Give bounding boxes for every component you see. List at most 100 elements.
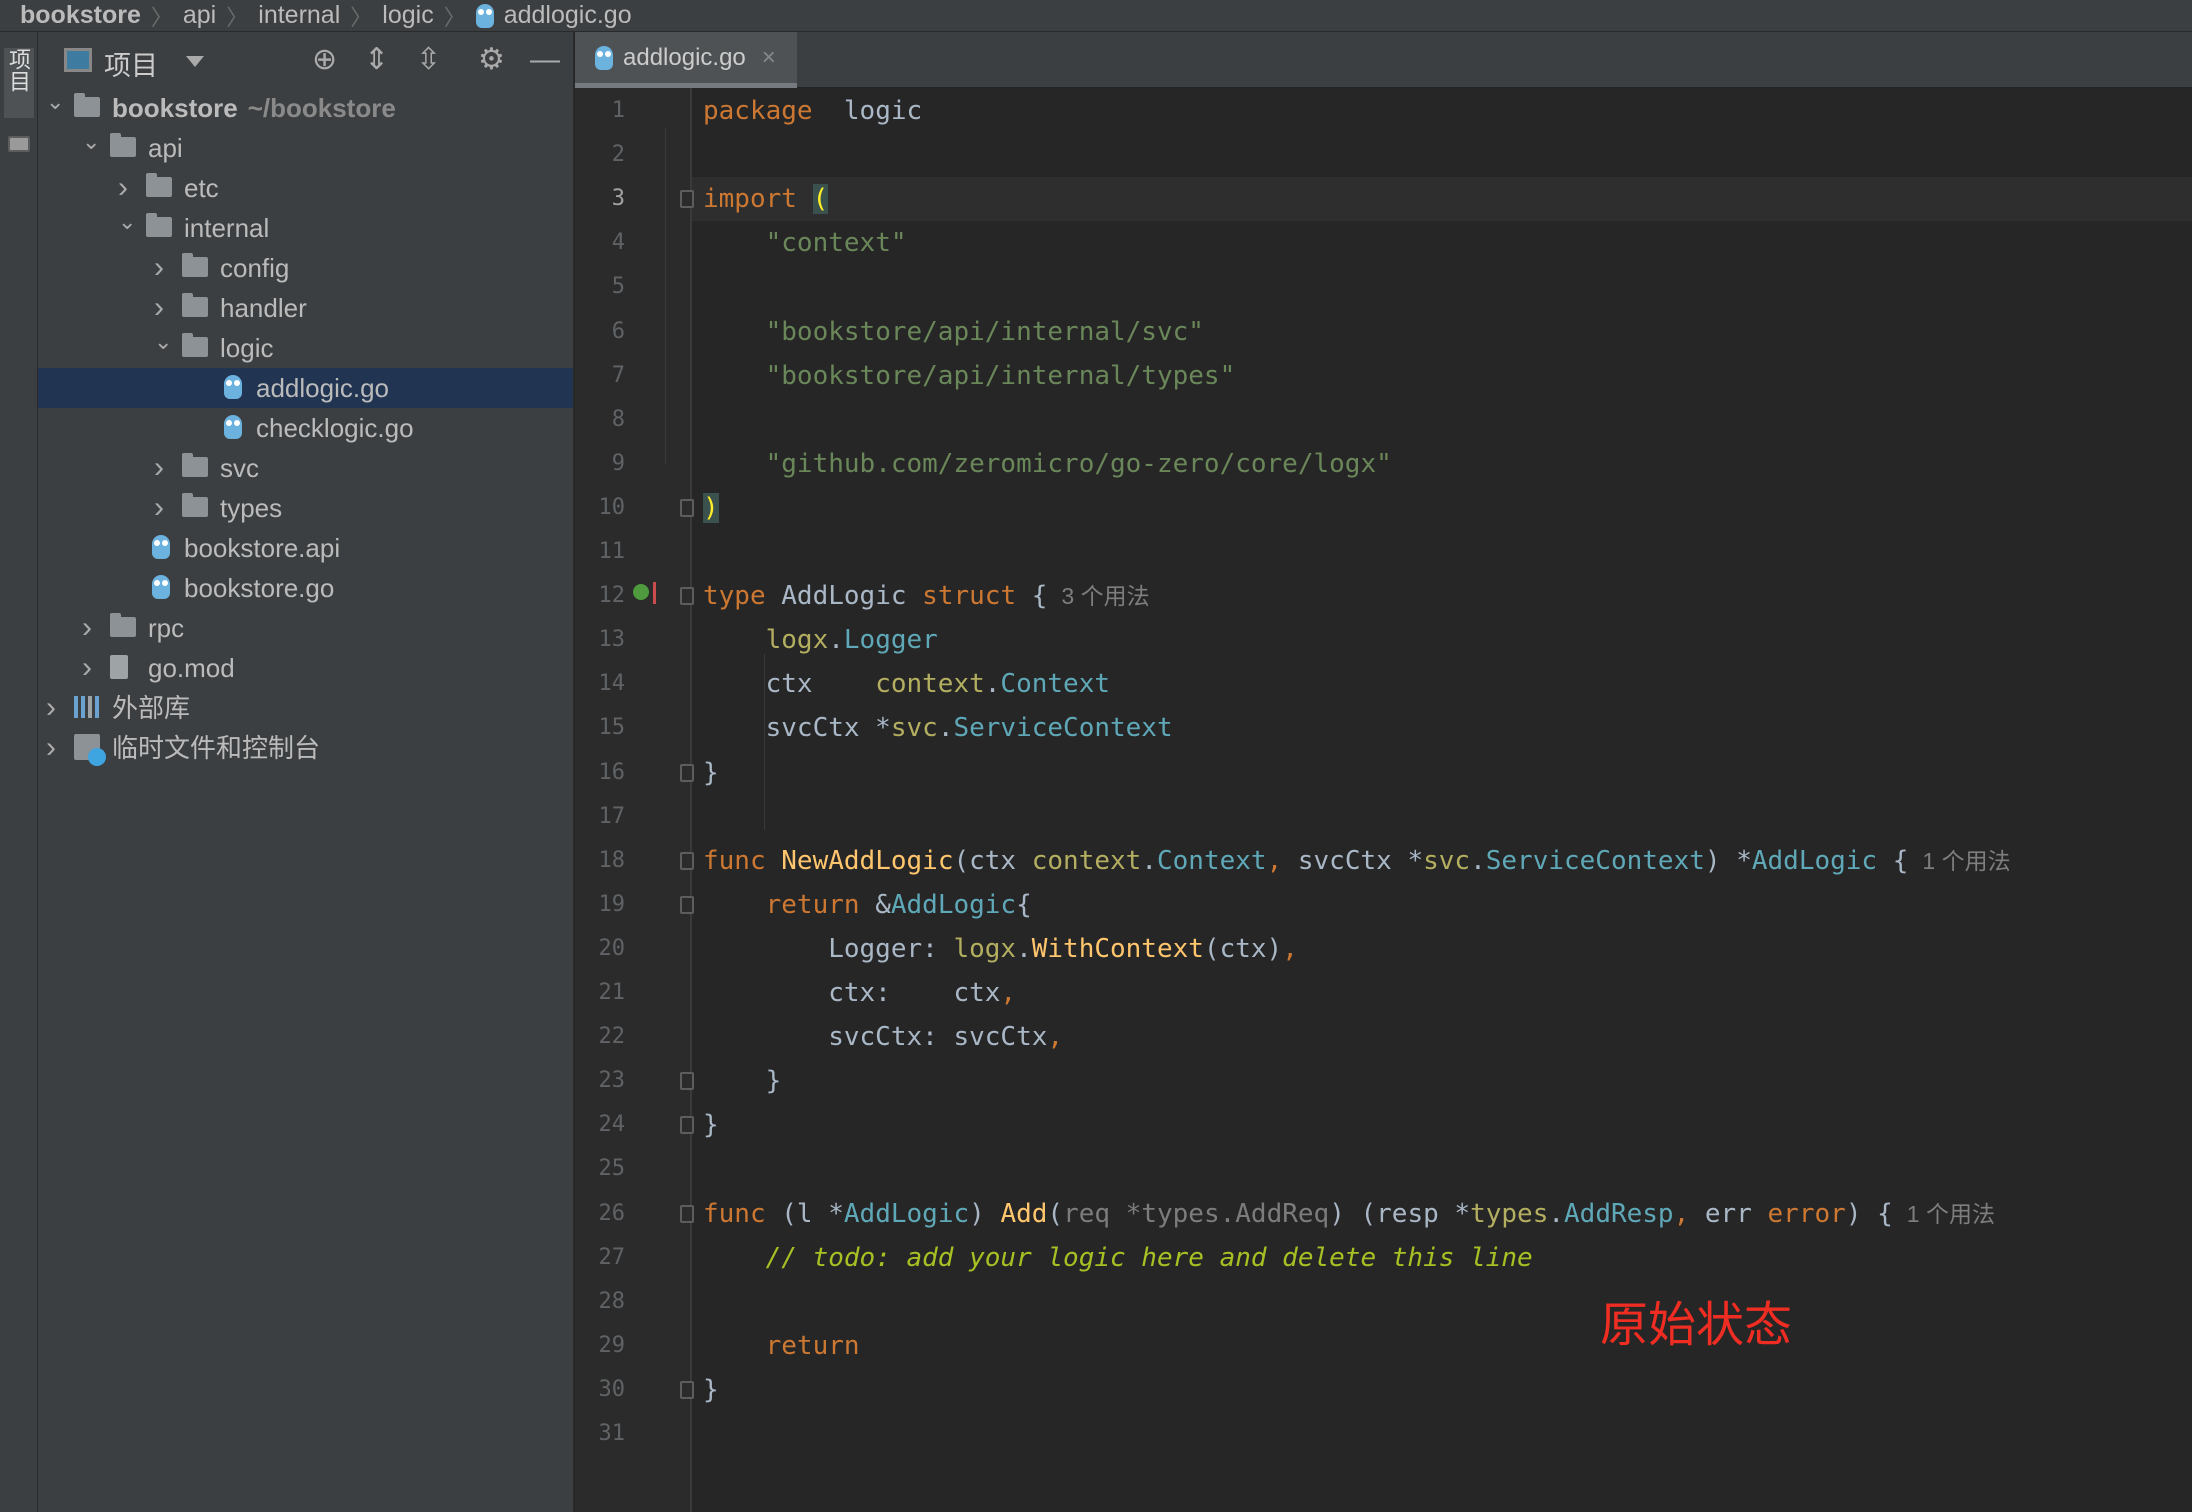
chevron-right-icon[interactable]: ›	[46, 728, 56, 768]
expand-all-icon[interactable]: ⇕	[364, 44, 389, 76]
tree-item[interactable]: ⌄ bookstore ~/bookstore	[38, 88, 573, 128]
code-token: logic	[843, 96, 923, 126]
code-token: err	[1689, 1198, 1768, 1229]
line-number: 5	[611, 274, 625, 300]
line-number: 16	[598, 759, 626, 785]
code-line: // todo: add your logic here and delete …	[703, 1236, 1533, 1280]
minimize-icon[interactable]: —	[530, 44, 560, 76]
breadcrumb-separator: 〉	[350, 4, 373, 30]
code-token: ) (resp *	[1329, 1198, 1471, 1229]
code-token: ,	[1000, 978, 1017, 1008]
chevron-right-icon[interactable]: ›	[154, 488, 164, 528]
code-token: AddLogic	[765, 581, 923, 612]
chevron-right-icon[interactable]: ›	[154, 448, 164, 488]
chevron-down-icon[interactable]	[186, 56, 204, 67]
folder-icon	[182, 333, 208, 357]
chevron-down-icon[interactable]: ⌄	[82, 122, 100, 162]
code-token: .	[1141, 845, 1157, 876]
tree-item[interactable]: bookstore.api	[38, 528, 573, 568]
tree-item[interactable]: ⌄ logic	[38, 328, 573, 368]
folder-icon	[146, 173, 172, 197]
usage-hint[interactable]: 3 个用法	[1061, 583, 1149, 609]
chevron-down-icon[interactable]: ⌄	[118, 202, 136, 242]
chevron-right-icon[interactable]: ›	[82, 608, 92, 648]
line-number: 31	[598, 1421, 626, 1446]
fold-marker-icon[interactable]	[680, 1072, 694, 1091]
fold-marker-icon[interactable]	[680, 1204, 694, 1223]
tree-item-label: bookstore ~/bookstore	[112, 93, 396, 123]
implements-icon[interactable]	[633, 584, 649, 600]
chevron-down-icon[interactable]: ⌄	[46, 82, 64, 122]
breadcrumb-item[interactable]: addlogic.go	[504, 1, 632, 30]
tree-item[interactable]: › svc	[38, 448, 573, 488]
code-token: svc	[890, 713, 938, 744]
tree-item-label: bookstore.go	[184, 573, 335, 603]
code-token: (ctx)	[1203, 933, 1283, 964]
go-file-icon	[152, 575, 170, 599]
close-icon[interactable]: ×	[762, 44, 776, 72]
usage-hint[interactable]: 1 个用法	[1922, 848, 2010, 874]
line-number: 3	[611, 186, 625, 212]
tree-item[interactable]: › config	[38, 248, 573, 288]
code-token: )	[969, 1198, 1001, 1229]
locate-icon[interactable]: ⊕	[312, 44, 337, 76]
tree-item-label: logic	[220, 333, 274, 363]
tab-addlogic-go[interactable]: addlogic.go ×	[575, 32, 797, 88]
usage-hint[interactable]: 1 个用法	[1907, 1201, 1995, 1227]
project-tool-button[interactable]: 项目	[4, 48, 34, 118]
editor-tabs: addlogic.go ×	[575, 32, 2192, 88]
breadcrumb-item[interactable]: internal	[258, 1, 340, 30]
code-editor[interactable]: 1 2 3 4 5 6 7 8 9 10 11 12 13 14 15 16 17 18 19 20 21 22 23 24 2…	[575, 88, 2192, 1512]
chevron-right-icon[interactable]: ›	[46, 688, 56, 728]
tree-item[interactable]: ⌄ internal	[38, 208, 573, 248]
chevron-right-icon[interactable]: ›	[82, 648, 92, 688]
annotation-text: 原始状态	[1600, 1299, 1793, 1352]
fold-marker-icon[interactable]	[680, 1380, 694, 1399]
project-view-icon	[64, 48, 92, 72]
fold-marker-icon[interactable]	[680, 190, 694, 209]
code-token: import	[703, 184, 797, 215]
tree-item-label: api	[148, 133, 183, 163]
code-token: }	[703, 757, 719, 788]
fold-marker-icon[interactable]	[680, 851, 694, 870]
code-token: context	[875, 669, 985, 700]
gear-icon[interactable]: ⚙	[478, 44, 505, 76]
scratch-icon	[74, 734, 106, 766]
tree-item[interactable]: addlogic.go	[38, 368, 573, 408]
tree-item[interactable]: › types	[38, 488, 573, 528]
code-token: "bookstore/api/internal/types"	[765, 360, 1236, 391]
breadcrumb-item[interactable]: api	[183, 1, 216, 30]
tree-item[interactable]: › go.mod	[38, 648, 573, 688]
tree-item[interactable]: ⌄ api	[38, 128, 573, 168]
line-number: 12	[598, 583, 626, 609]
tree-item[interactable]: bookstore.go	[38, 568, 573, 608]
line-number: 11	[598, 539, 626, 564]
fold-marker-icon[interactable]	[680, 763, 694, 782]
line-number: 13	[598, 627, 626, 653]
fold-marker-icon[interactable]	[680, 1116, 694, 1135]
fold-marker-icon[interactable]	[680, 895, 694, 914]
import-scope-line	[665, 128, 666, 464]
code-token: {	[1016, 889, 1032, 920]
code-line: }	[703, 1368, 719, 1412]
tree-item[interactable]: › handler	[38, 288, 573, 328]
code-token: "context"	[765, 228, 907, 259]
folder-icon[interactable]	[8, 136, 30, 152]
breadcrumb-item[interactable]: logic	[382, 1, 433, 30]
tree-item[interactable]: › 外部库	[38, 688, 573, 728]
code-token: .	[1470, 845, 1486, 876]
tree-item[interactable]: checklogic.go	[38, 408, 573, 448]
tree-item[interactable]: › rpc	[38, 608, 573, 648]
chevron-right-icon[interactable]: ›	[154, 248, 164, 288]
tree-item[interactable]: › 临时文件和控制台	[38, 728, 573, 768]
code-token: WithContext	[1031, 933, 1204, 964]
fold-marker-icon[interactable]	[680, 498, 694, 517]
chevron-down-icon[interactable]: ⌄	[154, 322, 172, 362]
project-title[interactable]: 项目	[104, 44, 158, 83]
line-number: 17	[598, 803, 626, 829]
collapse-all-icon[interactable]: ⇳	[416, 44, 441, 76]
fold-marker-icon[interactable]	[680, 587, 694, 606]
breadcrumb-item[interactable]: bookstore	[20, 1, 141, 30]
